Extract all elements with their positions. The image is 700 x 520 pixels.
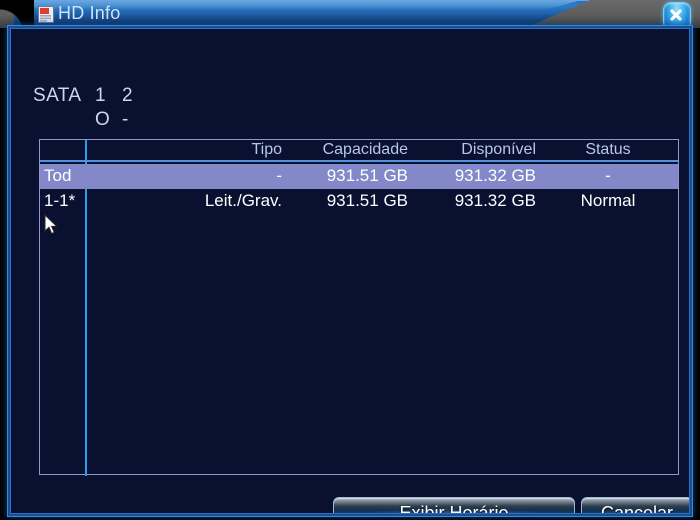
header-disponivel: Disponível: [461, 141, 536, 158]
row-capacidade: 931.51 GB: [326, 191, 408, 210]
header-status: Status: [585, 141, 631, 158]
sata-port-numbers: 12: [95, 85, 149, 107]
hd-table: Tipo Capacidade Disponível Status Tod - …: [39, 139, 679, 476]
header-tipo: Tipo: [251, 141, 282, 158]
table-row[interactable]: 1-1* Leit./Grav. 931.51 GB 931.32 GB Nor…: [40, 189, 678, 214]
dialog-body: SATA 12 O- Tipo Capacidade Disponível St…: [10, 28, 690, 514]
cancel-label: Cancelar: [600, 503, 674, 513]
hd-info-dialog: HD Info SATA 12 O- Tipo Capacidade Dispo…: [0, 0, 700, 520]
table-row[interactable]: Tod - 931.51 GB 931.32 GB -: [40, 164, 678, 189]
table-header-row: Tipo Capacidade Disponível Status: [40, 140, 678, 162]
header-capacidade: Capacidade: [322, 141, 408, 158]
row-disponivel: 931.32 GB: [454, 191, 536, 210]
row-tipo: Leit./Grav.: [204, 191, 282, 210]
row-capacidade: 931.51 GB: [326, 166, 408, 185]
row-tipo: -: [276, 166, 282, 185]
cancel-button[interactable]: Cancelar: [581, 497, 689, 513]
sata-state-1: O: [95, 109, 110, 130]
sata-state-2: -: [122, 109, 129, 130]
sata-port-2: 2: [122, 85, 133, 106]
row-status: -: [605, 166, 611, 185]
window-title: HD Info: [58, 3, 121, 23]
row-status: Normal: [580, 191, 636, 210]
show-schedule-label: Exibir Horário: [399, 503, 509, 513]
sata-port-1: 1: [95, 85, 106, 106]
hd-info-icon: [38, 6, 54, 23]
row-name: Tod: [44, 166, 72, 185]
show-schedule-button[interactable]: Exibir Horário: [333, 497, 575, 513]
row-name: 1-1*: [44, 191, 76, 210]
row-disponivel: 931.32 GB: [454, 166, 536, 185]
close-icon[interactable]: [663, 2, 691, 30]
sata-port-states: O-: [95, 109, 149, 131]
sata-label: SATA: [33, 85, 82, 106]
